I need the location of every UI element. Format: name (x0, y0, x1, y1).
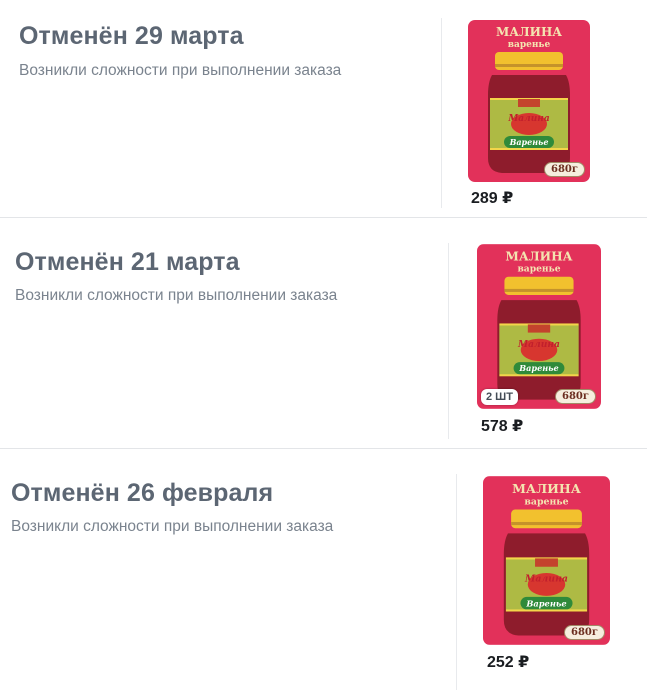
order-price: 289 ₽ (471, 190, 514, 207)
order-status-title: Отменён 29 марта (19, 22, 244, 50)
jam-jar-image: МАЛИНА варенье Малина Варенье (477, 244, 601, 409)
jar-brand-sub: варенье (524, 496, 568, 507)
order-price: 578 ₽ (481, 418, 524, 435)
order-card[interactable]: Отменён 26 февраля Возникли сложности пр… (0, 450, 647, 698)
weight-badge: 680г (543, 162, 585, 177)
jar-label-1: Малина (507, 114, 549, 124)
jar-label-2: Варенье (525, 598, 566, 608)
jam-jar-image: МАЛИНА варенье Малина Варенье (483, 476, 610, 645)
jar-brand-top: МАЛИНА (496, 25, 562, 39)
product-image[interactable]: МАЛИНА варенье Малина Варенье 2 ШТ 680г (477, 244, 601, 409)
jar-brand-top: МАЛИНА (512, 481, 582, 496)
jar-brand-top: МАЛИНА (505, 249, 572, 263)
jar-label-2: Варенье (509, 137, 549, 147)
order-card[interactable]: Отменён 21 марта Возникли сложности при … (0, 219, 647, 449)
jar-brand-sub: варенье (508, 40, 551, 50)
order-card[interactable]: Отменён 29 марта Возникли сложности при … (0, 0, 647, 218)
jar-brand-sub: варенье (517, 264, 560, 275)
card-divider (441, 18, 442, 208)
product-image[interactable]: МАЛИНА варенье Малина Варенье 680г (483, 476, 610, 645)
order-cancel-reason: Возникли сложности при выполнении заказа (11, 518, 334, 535)
product-image[interactable]: МАЛИНА варенье Малина Варенье 680г (468, 20, 590, 182)
order-price: 252 ₽ (487, 654, 530, 671)
order-status-title: Отменён 21 марта (15, 248, 240, 276)
order-cancel-reason: Возникли сложности при выполнении заказа (19, 62, 342, 79)
jar-label-1: Малина (517, 339, 560, 350)
order-status-title: Отменён 26 февраля (11, 479, 274, 507)
quantity-badge: 2 ШТ (481, 389, 518, 405)
jam-jar-image: МАЛИНА варенье Малина Варенье (468, 20, 590, 182)
weight-badge: 680г (554, 389, 596, 404)
jar-label-1: Малина (524, 573, 568, 584)
card-divider (448, 243, 449, 439)
card-divider (456, 474, 457, 690)
order-cancel-reason: Возникли сложности при выполнении заказа (15, 287, 338, 304)
weight-badge: 680г (563, 625, 605, 640)
jar-label-2: Варенье (518, 363, 558, 373)
